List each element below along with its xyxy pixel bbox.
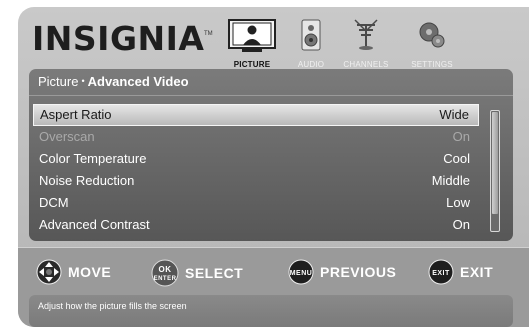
scrollbar[interactable] [490,110,500,232]
menu-item-value: Low [446,195,470,210]
menu-button-icon: MENU [288,259,314,285]
divider [29,95,513,96]
tab-label: CHANNELS [343,60,389,69]
dpad-icon [36,259,62,285]
menu-item-label: Aspert Ratio [40,107,112,122]
menu-item-label: Noise Reduction [39,173,135,188]
tab-channels[interactable]: CHANNELS [338,13,394,75]
menu-item-label: Overscan [39,129,95,144]
tab-settings[interactable]: SETTINGS [402,13,462,75]
menu-text: MENU [290,270,313,277]
menu-item-overscan: Overscan On [33,126,479,148]
help-text: Adjust how the picture fills the screen [38,301,187,311]
menu-item-advanced-contrast[interactable]: Advanced Contrast On [33,214,479,236]
exit-text: EXIT [432,270,450,277]
tv-icon [228,19,276,52]
tab-label: PICTURE [233,60,271,69]
menu-item-dcm[interactable]: DCM Low [33,192,479,214]
breadcrumb-current: Advanced Video [87,74,189,89]
menu-item-value: Middle [431,173,470,188]
antenna-icon [354,19,378,50]
menu-item-value: Wide [439,107,469,122]
hint-exit-label: EXIT [460,264,494,280]
menu-item-value: Cool [443,151,470,166]
hint-previous-label: PREVIOUS [320,264,397,280]
hint-select: OK ENTER SELECT [151,259,243,287]
scrollbar-thumb[interactable] [492,112,498,214]
ok-text: OK [159,265,172,274]
gears-icon [419,22,445,48]
hint-previous: MENU PREVIOUS [288,259,396,285]
ok-enter-button-icon: OK ENTER [151,259,179,287]
help-box: Adjust how the picture fills the screen [29,295,513,327]
menu-item-label: Color Temperature [39,151,147,166]
settings-list: Aspert Ratio Wide Overscan On Color Temp… [33,104,479,236]
hint-select-label: SELECT [185,265,244,281]
trademark-mark: TM [204,31,213,37]
menu-item-value: On [452,129,470,144]
menu-item-color-temperature[interactable]: Color Temperature Cool [33,148,479,170]
tab-label: SETTINGS [411,60,453,69]
tab-picture[interactable]: PICTURE [224,13,280,75]
tv-osd-menu: INSIGNIA TM PICTURE AUDIO CHANNELS SETTI… [18,7,529,327]
breadcrumb-separator: • [81,76,85,86]
hint-move-label: MOVE [68,264,112,280]
hint-exit: EXIT EXIT [428,259,493,285]
menu-item-aspect-ratio[interactable]: Aspert Ratio Wide [33,104,479,126]
tab-audio[interactable]: AUDIO [292,13,330,75]
menu-panel: Picture • Advanced Video Aspert Ratio Wide… [29,69,513,241]
enter-text: ENTER [154,276,177,282]
menu-item-noise-reduction[interactable]: Noise Reduction Middle [33,170,479,192]
tab-label: AUDIO [297,60,325,69]
insignia-logo: INSIGNIA [32,19,205,58]
speaker-icon [301,19,321,51]
menu-item-value: On [452,217,470,232]
menu-item-label: DCM [39,195,69,210]
exit-button-icon: EXIT [428,259,454,285]
breadcrumb: Picture • Advanced Video [38,74,189,89]
navigation-bar: MOVE OK ENTER SELECT MENU PREVIOUS EXIT … [18,247,529,327]
menu-item-label: Advanced Contrast [39,217,150,232]
hint-move: MOVE [36,259,111,285]
breadcrumb-parent[interactable]: Picture [38,74,78,89]
